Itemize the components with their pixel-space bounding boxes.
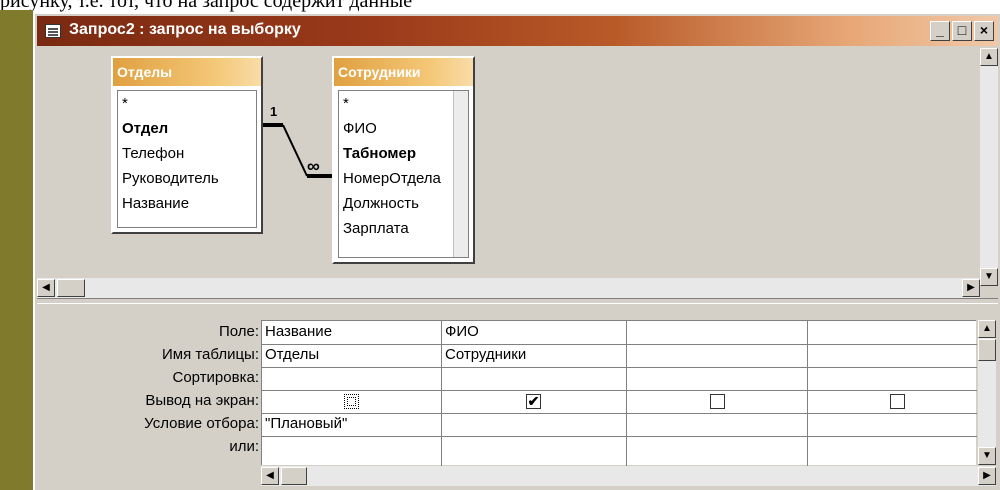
scroll-left-arrow-icon[interactable]: ◀: [37, 279, 55, 297]
table-pane-horizontal-scrollbar[interactable]: ◀ ▶: [37, 278, 980, 298]
scroll-right-arrow-icon[interactable]: ▶: [962, 279, 980, 297]
table-pane[interactable]: Отделы * Отдел Телефон Руководитель Назв…: [37, 48, 998, 298]
close-button[interactable]: ×: [974, 21, 994, 41]
grid-vertical-scrollbar[interactable]: ▲ ▼: [978, 320, 996, 465]
show-checkbox-2[interactable]: ✔: [526, 394, 541, 409]
minimize-button[interactable]: _: [930, 21, 950, 41]
scroll-down-arrow-icon[interactable]: ▼: [980, 268, 998, 286]
relationship-line[interactable]: [37, 48, 998, 298]
scroll-thumb[interactable]: [978, 339, 996, 361]
show-checkbox-3[interactable]: [710, 394, 725, 409]
grid-cell-field-1[interactable]: Название: [262, 323, 332, 340]
grid-row-labels: Поле: Имя таблицы: Сортировка: Вывод на …: [37, 306, 259, 466]
grid-cell-criteria-1[interactable]: "Плановый": [262, 415, 347, 432]
scroll-thumb[interactable]: [281, 467, 307, 485]
row-label-field: Поле:: [218, 323, 259, 340]
show-checkbox-1[interactable]: [344, 394, 359, 409]
scroll-thumb[interactable]: [57, 279, 85, 297]
maximize-button[interactable]: □: [952, 21, 972, 41]
scroll-up-arrow-icon[interactable]: ▲: [980, 48, 998, 66]
desktop-background-strip: [0, 10, 33, 490]
row-label-or: или:: [229, 438, 259, 455]
grid-horizontal-scrollbar[interactable]: ◀ ▶: [261, 466, 996, 486]
relationship-one-label: 1: [270, 104, 278, 119]
relationship-many-label: ∞: [307, 156, 320, 176]
row-label-criteria: Условие отбора:: [144, 415, 259, 432]
table-pane-vertical-scrollbar[interactable]: ▲ ▼: [980, 48, 998, 286]
document-text-fragment: рисунку, т.е. тот, что на запрос содержи…: [0, 0, 413, 12]
row-label-show: Вывод на экран:: [145, 392, 259, 409]
scroll-up-arrow-icon[interactable]: ▲: [978, 320, 996, 338]
query-design-window: Запрос2 : запрос на выборку _ □ × Отделы…: [33, 14, 1000, 490]
window-title: Запрос2 : запрос на выборку: [69, 21, 301, 38]
row-label-table: Имя таблицы:: [161, 346, 259, 363]
grid-cell-table-2[interactable]: Сотрудники: [442, 346, 526, 363]
scroll-down-arrow-icon[interactable]: ▼: [978, 447, 996, 465]
show-checkbox-4[interactable]: [890, 394, 905, 409]
grid-cell-field-2[interactable]: ФИО: [442, 323, 479, 340]
grid-cell-table-1[interactable]: Отделы: [262, 346, 319, 363]
query-design-grid[interactable]: Название Отделы "Плановый" ФИО Сотрудник…: [261, 320, 977, 466]
scroll-right-arrow-icon[interactable]: ▶: [978, 467, 996, 485]
title-bar[interactable]: Запрос2 : запрос на выборку _ □ ×: [37, 16, 998, 46]
row-label-sort: Сортировка:: [172, 369, 260, 386]
query-grid-pane[interactable]: Поле: Имя таблицы: Сортировка: Вывод на …: [37, 306, 998, 488]
grid-lines: [262, 321, 977, 466]
scroll-left-arrow-icon[interactable]: ◀: [261, 467, 279, 485]
query-window-icon[interactable]: [45, 24, 61, 38]
pane-splitter[interactable]: [37, 298, 998, 304]
